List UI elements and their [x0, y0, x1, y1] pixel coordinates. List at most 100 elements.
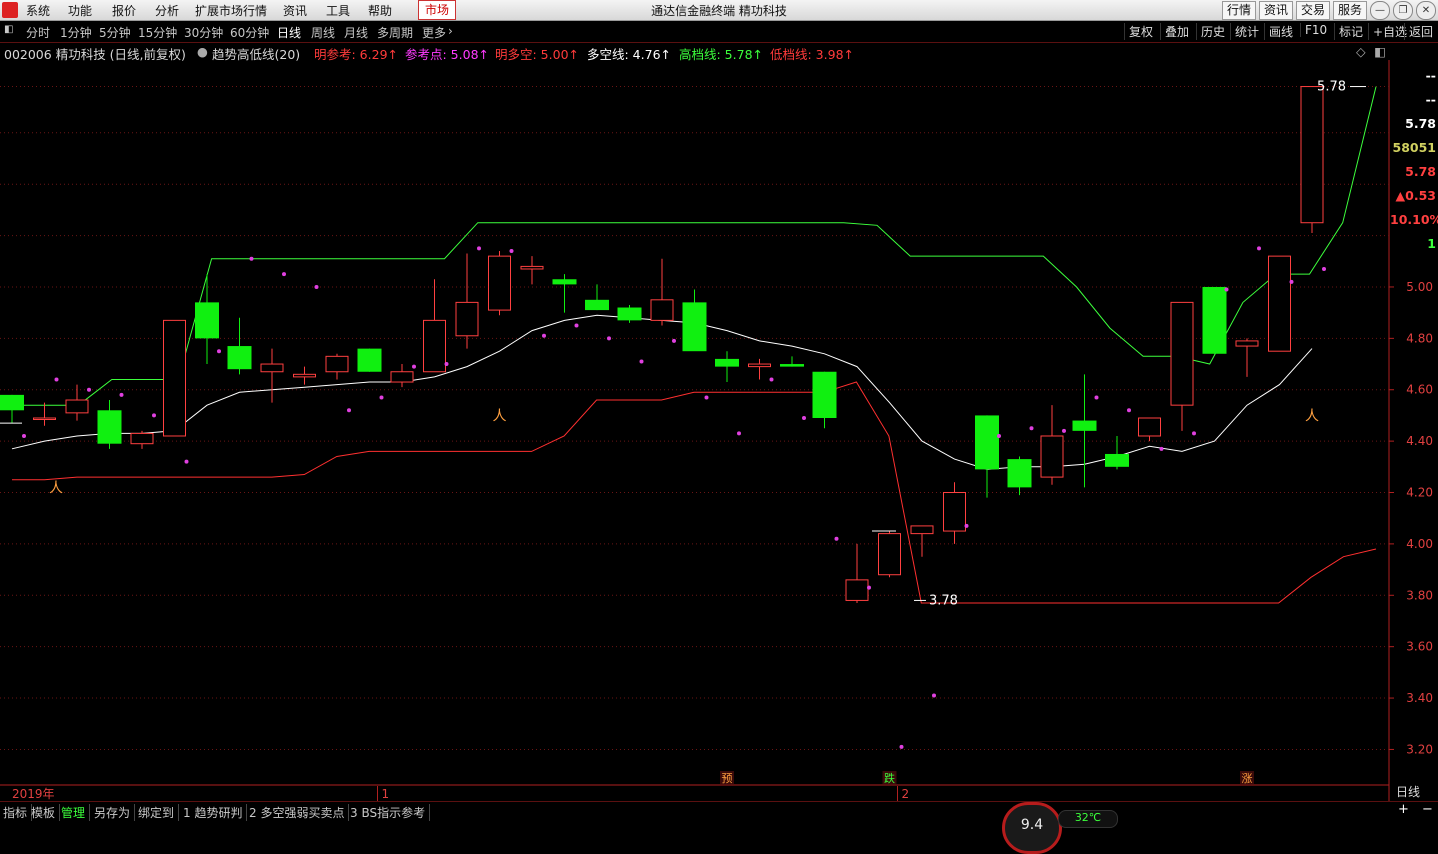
period-daily[interactable]: 日线 [277, 24, 301, 41]
reference-point [672, 338, 676, 343]
reference-point [964, 523, 969, 528]
overlay-button[interactable]: 叠加 [1160, 23, 1189, 40]
right-panel-value: 10.10% [1390, 212, 1438, 227]
reference-point [152, 413, 156, 418]
period-monthly[interactable]: 月线 [344, 24, 368, 41]
reference-point [1257, 246, 1261, 251]
max-price-label: 5.78 [1317, 80, 1346, 95]
panel-toggle-icon[interactable]: ◧ [4, 24, 13, 35]
trade-button[interactable]: 交易 [1296, 1, 1331, 20]
minimize-icon[interactable]: — [1370, 1, 1390, 20]
cpu-temp-badge: 32℃ [1058, 810, 1118, 828]
menu-item-market[interactable]: 市场 [418, 0, 457, 20]
reference-point [347, 408, 351, 413]
reference-point [54, 377, 59, 382]
menu-item-tools[interactable]: 工具 [326, 2, 350, 19]
mark-button[interactable]: 标记 [1334, 23, 1363, 40]
menu-item-system[interactable]: 系统 [26, 2, 50, 19]
period-more[interactable]: 更多 [422, 24, 446, 41]
menu-item-extended-market[interactable]: 扩展市场行情 [195, 2, 267, 19]
zoom-out-icon[interactable]: − [1422, 802, 1433, 817]
back-button[interactable]: 返回 [1404, 23, 1433, 40]
price-tick-label: 4.80 [1406, 331, 1433, 345]
tab-bs-reference[interactable]: 3 BS指示参考 [350, 804, 431, 821]
price-tick-label: 3.40 [1406, 691, 1433, 705]
period-intraday[interactable]: 分时 [26, 24, 50, 41]
chart-annotations: 5.783.78人人 人预跌涨2019年 1 2 [0, 80, 1366, 801]
tab-indicator[interactable]: 指标 [3, 804, 33, 821]
reference-point [249, 256, 254, 261]
candle-body [163, 319, 186, 437]
reference-point [1224, 287, 1229, 292]
adjust-button[interactable]: 复权 [1124, 23, 1153, 40]
candle-body [227, 346, 252, 370]
candle-body [97, 410, 122, 444]
reference-point [997, 433, 1001, 438]
expand-icon[interactable]: ◇ [1356, 44, 1366, 59]
tab-manage[interactable]: 管理 [61, 804, 91, 821]
period-multi[interactable]: 多周期 [377, 24, 413, 41]
period-30min[interactable]: 30分钟 [184, 24, 223, 41]
candle-body [0, 394, 24, 411]
quotes-button[interactable]: 行情 [1222, 1, 1257, 20]
right-panel-value: -- [1425, 92, 1436, 107]
restore-icon[interactable]: ❐ [1393, 1, 1413, 20]
tab-trend-study[interactable]: 1 趋势研判 [183, 804, 248, 821]
period-weekly[interactable]: 周线 [311, 24, 335, 41]
stats-button[interactable]: 统计 [1230, 23, 1259, 40]
candle-body [33, 417, 56, 420]
period-15min[interactable]: 15分钟 [138, 24, 177, 41]
menu-item-function[interactable]: 功能 [68, 2, 92, 19]
price-tick-label: 3.60 [1406, 640, 1433, 654]
right-panel-value: -- [1425, 68, 1436, 83]
right-panel-value: 5.78 [1405, 164, 1436, 179]
perf-gauge: 9.4 [1002, 802, 1062, 854]
reference-point [704, 395, 709, 400]
history-button[interactable]: 历史 [1196, 23, 1225, 40]
candle-body [65, 399, 89, 414]
price-tick-label: 4.60 [1406, 383, 1433, 397]
zoom-in-icon[interactable]: + [1398, 802, 1409, 817]
reference-point [899, 744, 904, 749]
menu-item-news[interactable]: 资讯 [283, 2, 307, 19]
candle-body [1007, 459, 1032, 488]
candles [0, 86, 1324, 603]
close-icon[interactable]: ✕ [1416, 1, 1436, 20]
price-tick-label: 5.00 [1406, 280, 1433, 294]
service-button[interactable]: 服务 [1333, 1, 1368, 20]
reference-point [574, 323, 579, 328]
reference-point [639, 359, 644, 364]
draw-button[interactable]: 画线 [1264, 23, 1293, 40]
period-5min[interactable]: 5分钟 [99, 24, 131, 41]
reference-point [1322, 266, 1326, 271]
period-60min[interactable]: 60分钟 [230, 24, 269, 41]
bs-signal-icon: 人 [49, 481, 63, 497]
reference-point [509, 248, 514, 253]
chevron-right-icon[interactable]: › [448, 24, 453, 38]
f10-button[interactable]: F10 [1300, 23, 1327, 37]
add-favorite-button[interactable]: +自选 [1368, 23, 1407, 40]
price-tick-label: 4.00 [1406, 537, 1433, 551]
indicator-settings-icon[interactable]: ● [197, 44, 208, 59]
reference-point [282, 272, 286, 277]
tab-long-short[interactable]: 2 多空强弱买卖点 [249, 804, 350, 821]
tab-bind-to[interactable]: 绑定到 [138, 804, 180, 821]
panel-layout-icon[interactable]: ◧ [1374, 44, 1386, 59]
period-toolbar: ◧ 分时 1分钟 5分钟 15分钟 30分钟 60分钟 日线 周线 月线 多周期… [0, 21, 1438, 43]
reference-point [932, 693, 936, 698]
news-button[interactable]: 资讯 [1259, 1, 1294, 20]
tab-template[interactable]: 模板 [31, 804, 61, 821]
kline-chart[interactable]: 5.00 4.80 4.60 4.40 4.20 4.00 3.80 3.60 3.40 3.20… [0, 60, 1438, 801]
menu-item-help[interactable]: 帮助 [368, 2, 392, 19]
menu-item-analysis[interactable]: 分析 [155, 2, 179, 19]
candle-body [585, 299, 609, 311]
reference-point [314, 284, 319, 289]
price-tick-label: 3.20 [1406, 742, 1433, 756]
reference-point [607, 336, 611, 341]
menu-item-quote[interactable]: 报价 [112, 2, 136, 19]
reference-point [867, 585, 871, 590]
tab-save-as[interactable]: 另存为 [94, 804, 136, 821]
period-1min[interactable]: 1分钟 [60, 24, 92, 41]
reference-point [22, 433, 26, 438]
reference-point [542, 333, 546, 338]
